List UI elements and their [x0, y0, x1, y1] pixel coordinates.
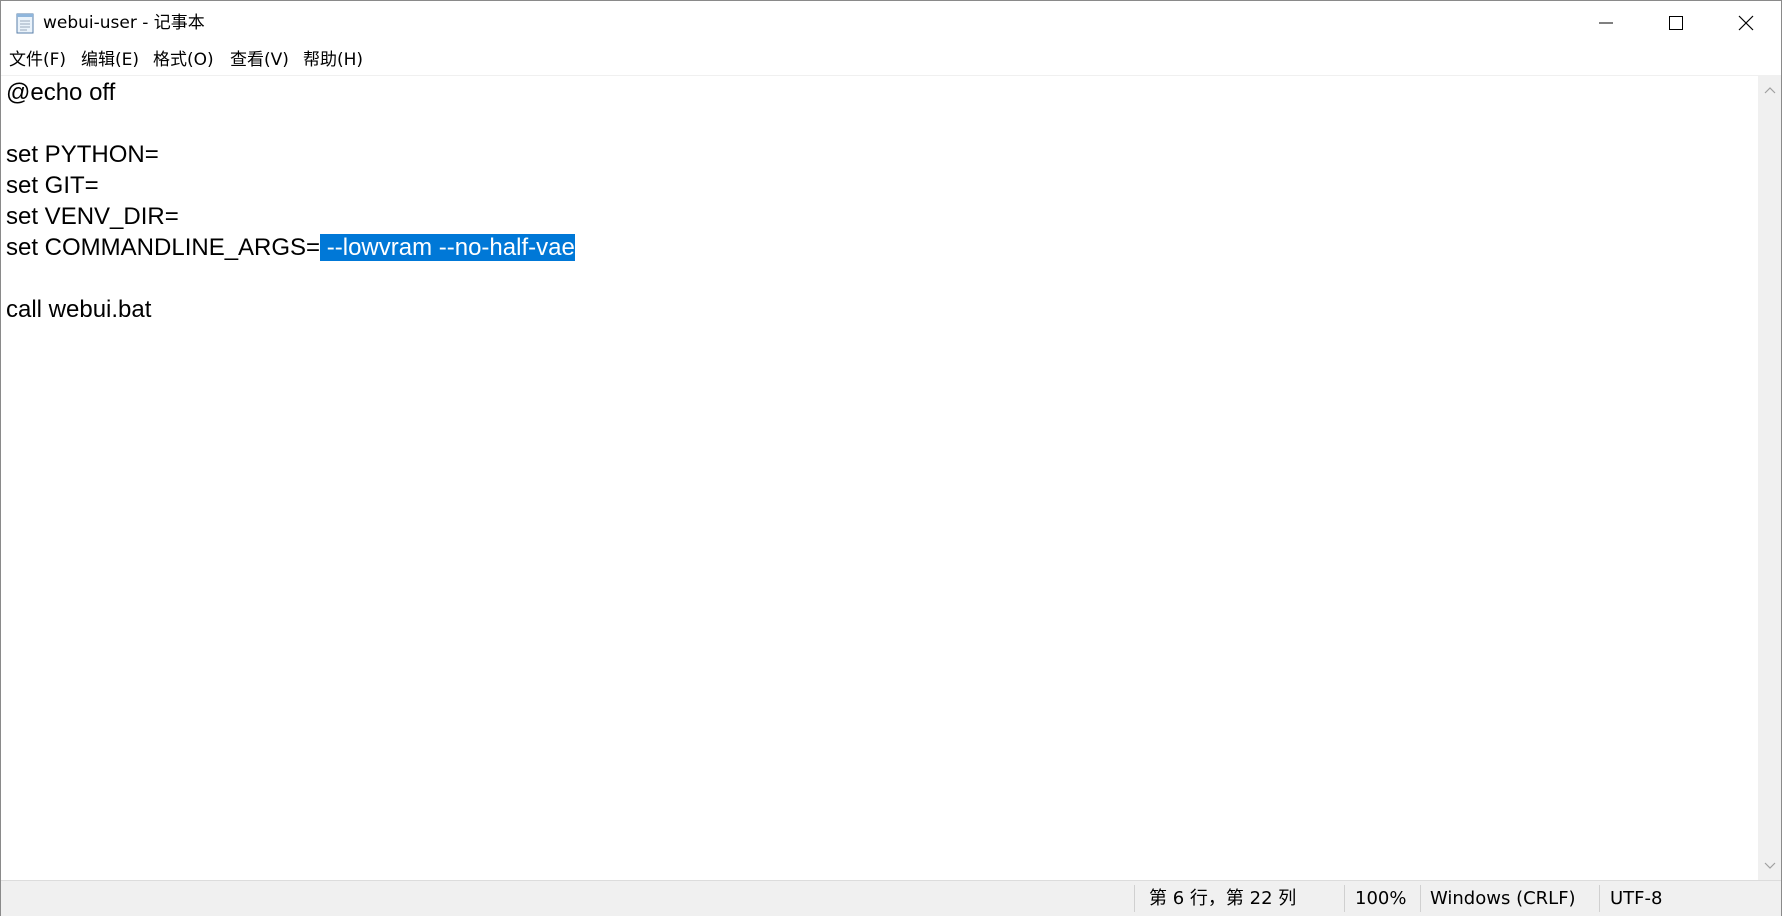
status-encoding: UTF-8 [1610, 888, 1663, 909]
editor-line-text: set COMMANDLINE_ARGS= [6, 234, 321, 261]
status-cursor-position: 第 6 行，第 22 列 [1149, 888, 1297, 909]
status-divider [1344, 885, 1345, 912]
text-editor[interactable]: @echo off set PYTHON= set GIT= set VENV_… [1, 76, 1758, 880]
menu-format[interactable]: 格式(O) [153, 49, 214, 71]
editor-line: set PYTHON= [6, 141, 159, 168]
menu-file[interactable]: 文件(F) [9, 49, 66, 71]
title-bar[interactable]: webui-user - 记事本 [1, 1, 1781, 45]
vertical-scrollbar[interactable] [1758, 76, 1781, 880]
status-line-ending: Windows (CRLF) [1430, 888, 1576, 909]
chevron-up-icon [1764, 87, 1775, 94]
editor-line: set COMMANDLINE_ARGS= --lowvram --no-hal… [6, 232, 575, 263]
notepad-app-icon [16, 13, 34, 34]
minimize-button[interactable] [1571, 1, 1641, 45]
maximize-icon [1669, 16, 1683, 30]
editor-line: call webui.bat [6, 296, 152, 323]
chevron-down-icon [1764, 862, 1775, 869]
status-divider [1599, 885, 1600, 912]
notepad-window: webui-user - 记事本 文件(F) 编辑(E) 格式(O) 查看(V)… [0, 0, 1782, 916]
scroll-down-button[interactable] [1758, 856, 1781, 876]
status-zoom: 100% [1355, 888, 1407, 909]
menu-edit[interactable]: 编辑(E) [81, 49, 139, 71]
menu-view[interactable]: 查看(V) [230, 49, 289, 71]
maximize-button[interactable] [1641, 1, 1711, 45]
editor-line: set VENV_DIR= [6, 203, 179, 230]
menu-help[interactable]: 帮助(H) [303, 49, 363, 71]
menu-bar: 文件(F) 编辑(E) 格式(O) 查看(V) 帮助(H) [1, 45, 1781, 76]
minimize-icon [1599, 22, 1613, 24]
close-icon [1738, 15, 1754, 31]
status-bar: 第 6 行，第 22 列 100% Windows (CRLF) UTF-8 [1, 880, 1781, 916]
editor-line: @echo off [6, 79, 116, 106]
scroll-up-button[interactable] [1758, 80, 1781, 100]
status-divider [1134, 885, 1135, 912]
window-title: webui-user - 记事本 [43, 13, 205, 33]
close-button[interactable] [1711, 1, 1781, 45]
editor-line: set GIT= [6, 172, 99, 199]
status-divider [1420, 885, 1421, 912]
selected-text: --lowvram --no-half-vae [320, 234, 575, 261]
